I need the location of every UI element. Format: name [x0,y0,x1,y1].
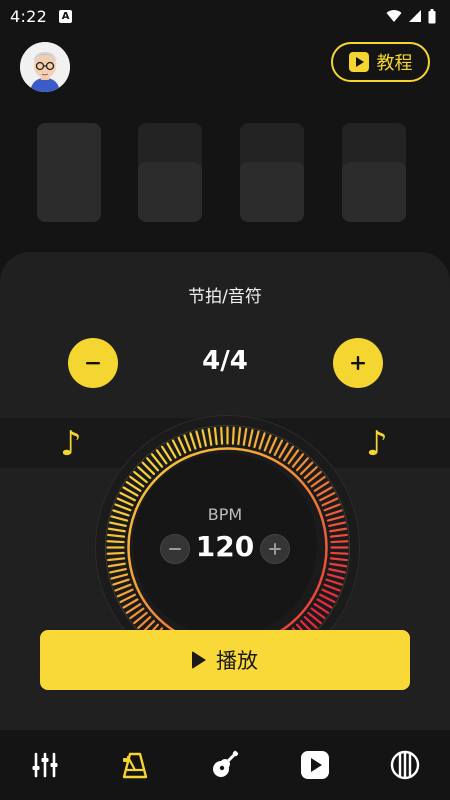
beat-fill [342,162,406,222]
status-time: 4:22 [10,6,48,26]
nav-guitar[interactable] [205,745,245,785]
tempo-tick [106,540,125,544]
status-icons [386,8,436,24]
notification-a-icon: A [59,9,73,23]
metronome-icon [122,752,148,779]
time-signature-plus-button[interactable] [333,338,383,388]
minus-icon [86,362,100,365]
nav-video[interactable] [295,745,335,785]
status-bar: 4:22 A [0,0,450,32]
wifi-icon [386,10,402,22]
minus-icon [169,548,181,550]
panel-title: 节拍/音符 [188,287,262,307]
play-icon [192,651,206,669]
mixer-icon [32,752,58,778]
signal-icon [409,10,421,22]
video-play-icon [301,751,329,779]
tempo-tick [106,551,125,555]
tempo-tick [330,540,349,544]
time-signature-value: 4/4 [202,346,248,376]
play-label: 播放 [216,649,258,673]
nav-drum[interactable] [385,745,425,785]
battery-icon [428,8,436,23]
drum-icon [390,750,420,780]
beat-block-4[interactable] [342,123,406,222]
tutorial-label: 教程 [376,53,413,74]
beat-block-3[interactable] [240,123,304,222]
bpm-label: BPM [207,505,243,524]
tempo-tick [330,551,349,555]
avatar-illustration [20,42,70,92]
nav-metronome[interactable] [115,745,155,785]
beat-block-1[interactable] [37,123,101,222]
play-square-icon [348,52,369,72]
left-note-icon[interactable]: ♪ [60,424,82,464]
tutorial-button[interactable]: 教程 [331,42,430,82]
play-button[interactable]: 播放 [40,630,410,690]
bpm-value: 120 [195,530,255,563]
nav-mixer[interactable] [25,745,65,785]
beat-block-2[interactable] [138,123,202,222]
right-note-icon[interactable]: ♪ [366,424,388,464]
beat-fill [240,162,304,222]
plus-icon [351,356,365,370]
plus-icon [269,543,281,555]
beat-fill [138,162,202,222]
avatar[interactable] [20,42,70,92]
tempo-tick [231,426,235,445]
bpm-plus-button[interactable] [260,534,290,564]
time-signature-minus-button[interactable] [68,338,118,388]
tempo-tick [220,426,224,445]
guitar-icon [213,750,239,777]
